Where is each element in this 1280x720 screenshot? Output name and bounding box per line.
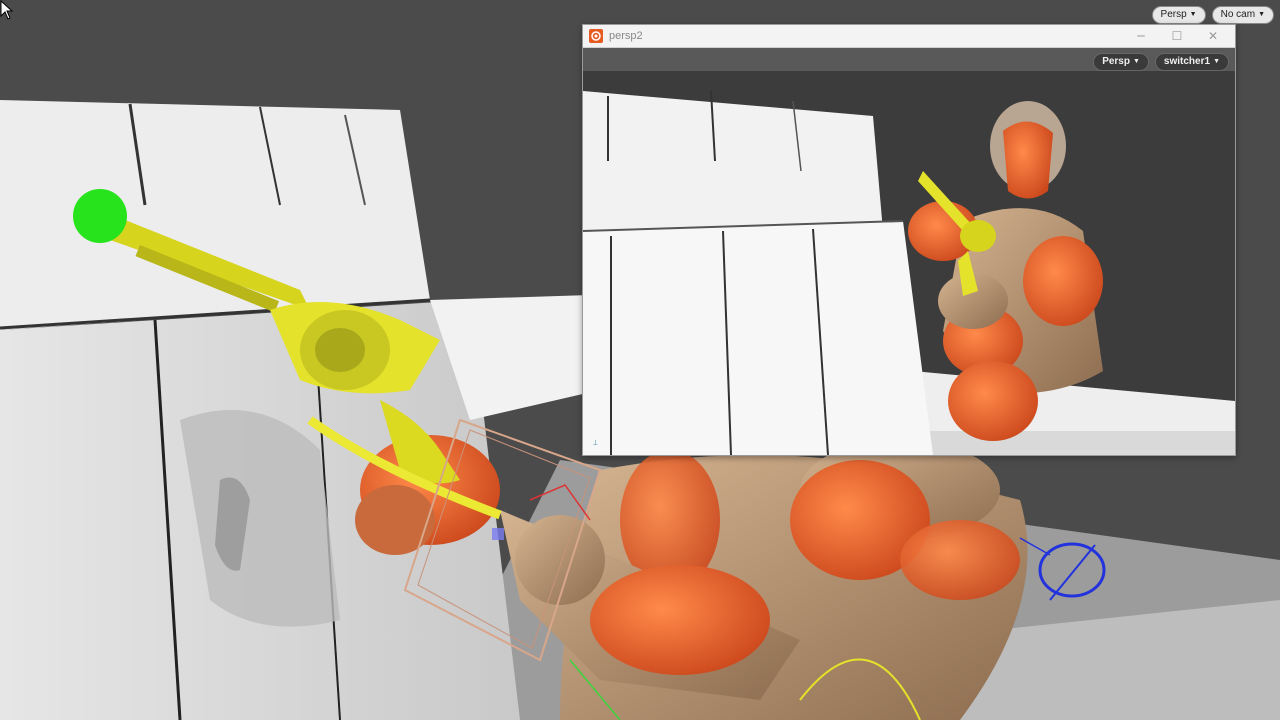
cam-select-label: No cam xyxy=(1220,9,1256,20)
sub-camera-label: Persp xyxy=(1102,56,1130,67)
main-viewport-menus: Persp ▼ No cam ▼ xyxy=(1151,6,1274,24)
camera-menu[interactable]: Persp ▼ xyxy=(1151,6,1206,24)
chevron-down-icon: ▼ xyxy=(1132,58,1140,65)
chevron-down-icon: ▼ xyxy=(1213,58,1220,65)
floating-viewport-window[interactable]: persp2 ─ ☐ ✕ Persp ▼ switcher1 ▼ ⊥ xyxy=(582,24,1236,456)
camera-menu-label: Persp xyxy=(1160,9,1187,20)
window-controls: ─ ☐ ✕ xyxy=(1123,25,1231,47)
maximize-button[interactable]: ☐ xyxy=(1159,25,1195,47)
sub-viewport[interactable]: ⊥ xyxy=(583,71,1235,455)
houdini-logo-icon xyxy=(589,29,603,43)
chevron-down-icon: ▼ xyxy=(1189,11,1197,18)
sub-viewport-toolbar: Persp ▼ switcher1 ▼ xyxy=(583,48,1235,71)
sub-viewport-menus: Persp ▼ switcher1 ▼ xyxy=(1093,53,1229,71)
chevron-down-icon: ▼ xyxy=(1258,11,1265,18)
switcher-menu[interactable]: switcher1 ▼ xyxy=(1154,53,1229,71)
window-titlebar[interactable]: persp2 ─ ☐ ✕ xyxy=(583,25,1235,48)
sub-camera-menu[interactable]: Persp ▼ xyxy=(1093,53,1149,71)
axis-gizmo-icon: ⊥ xyxy=(593,438,598,447)
cam-select-menu[interactable]: No cam ▼ xyxy=(1211,6,1274,24)
minimize-button[interactable]: ─ xyxy=(1123,25,1159,47)
switcher-label: switcher1 xyxy=(1163,56,1211,67)
window-title: persp2 xyxy=(609,30,643,42)
close-button[interactable]: ✕ xyxy=(1195,25,1231,47)
mouse-cursor-icon xyxy=(0,0,14,20)
sub-scene-render xyxy=(583,71,1235,455)
